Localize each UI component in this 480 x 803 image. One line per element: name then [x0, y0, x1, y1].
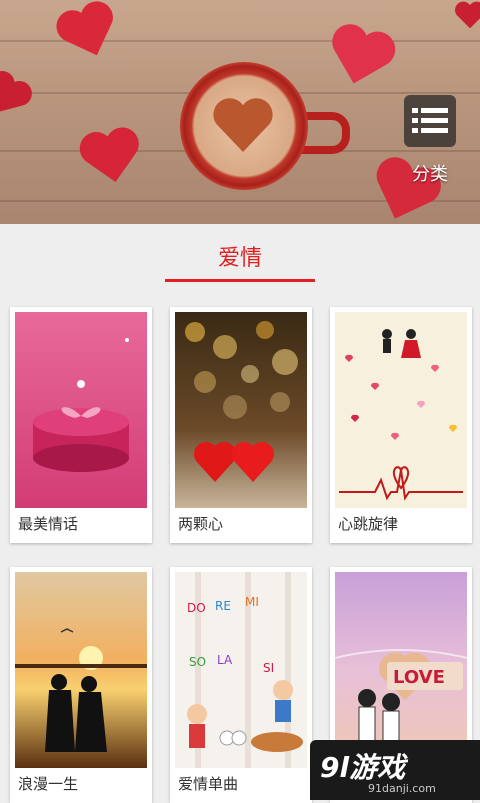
card-label: 两颗心	[178, 515, 224, 533]
category-button[interactable]	[404, 95, 456, 147]
watermark: 9l游戏 91danji.com	[310, 740, 480, 800]
heart-decoration	[0, 61, 41, 129]
svg-text:SO: SO	[189, 655, 206, 669]
banner-image[interactable]: 分类	[0, 0, 480, 224]
section-title: 爱情	[217, 246, 262, 271]
wallpaper-card[interactable]: 两颗心	[170, 307, 312, 543]
heart-decoration	[317, 16, 405, 97]
card-label: 最美情话	[18, 515, 79, 533]
svg-text:LOVE: LOVE	[393, 667, 445, 688]
wallpaper-card[interactable]: 最美情话	[10, 307, 152, 543]
love-sign-thumbnail: LOVE	[335, 572, 467, 768]
heart-decoration	[47, 0, 129, 70]
heart-decoration	[73, 120, 149, 193]
wallpaper-card[interactable]: 心跳旋律	[330, 307, 472, 543]
svg-text:SI: SI	[263, 661, 274, 675]
card-label: 浪漫一生	[18, 775, 79, 793]
svg-text:DO: DO	[187, 601, 206, 615]
love-song-thumbnail: DO RE MI SO LA SI	[175, 572, 307, 768]
card-label: 心跳旋律	[338, 515, 399, 533]
sunset-couple-thumbnail	[15, 572, 147, 768]
heartbeat-thumbnail	[335, 312, 467, 508]
svg-text:LA: LA	[217, 653, 233, 667]
category-label[interactable]: 分类	[404, 160, 456, 186]
gift-box-thumbnail	[15, 312, 147, 508]
heart-decoration	[450, 0, 480, 30]
card-label: 爱情单曲	[178, 775, 239, 793]
watermark-url: 91danji.com	[368, 782, 436, 795]
wallpaper-card[interactable]: DO RE MI SO LA SI 爱情单曲	[170, 567, 312, 803]
watermark-logo: 9l游戏	[320, 751, 406, 784]
two-hearts-thumbnail	[175, 312, 307, 508]
section-underline	[165, 279, 315, 282]
list-icon	[412, 108, 448, 133]
latte-heart	[208, 92, 278, 156]
svg-text:RE: RE	[215, 599, 231, 613]
wallpaper-card[interactable]: 浪漫一生	[10, 567, 152, 803]
svg-text:MI: MI	[245, 595, 259, 609]
